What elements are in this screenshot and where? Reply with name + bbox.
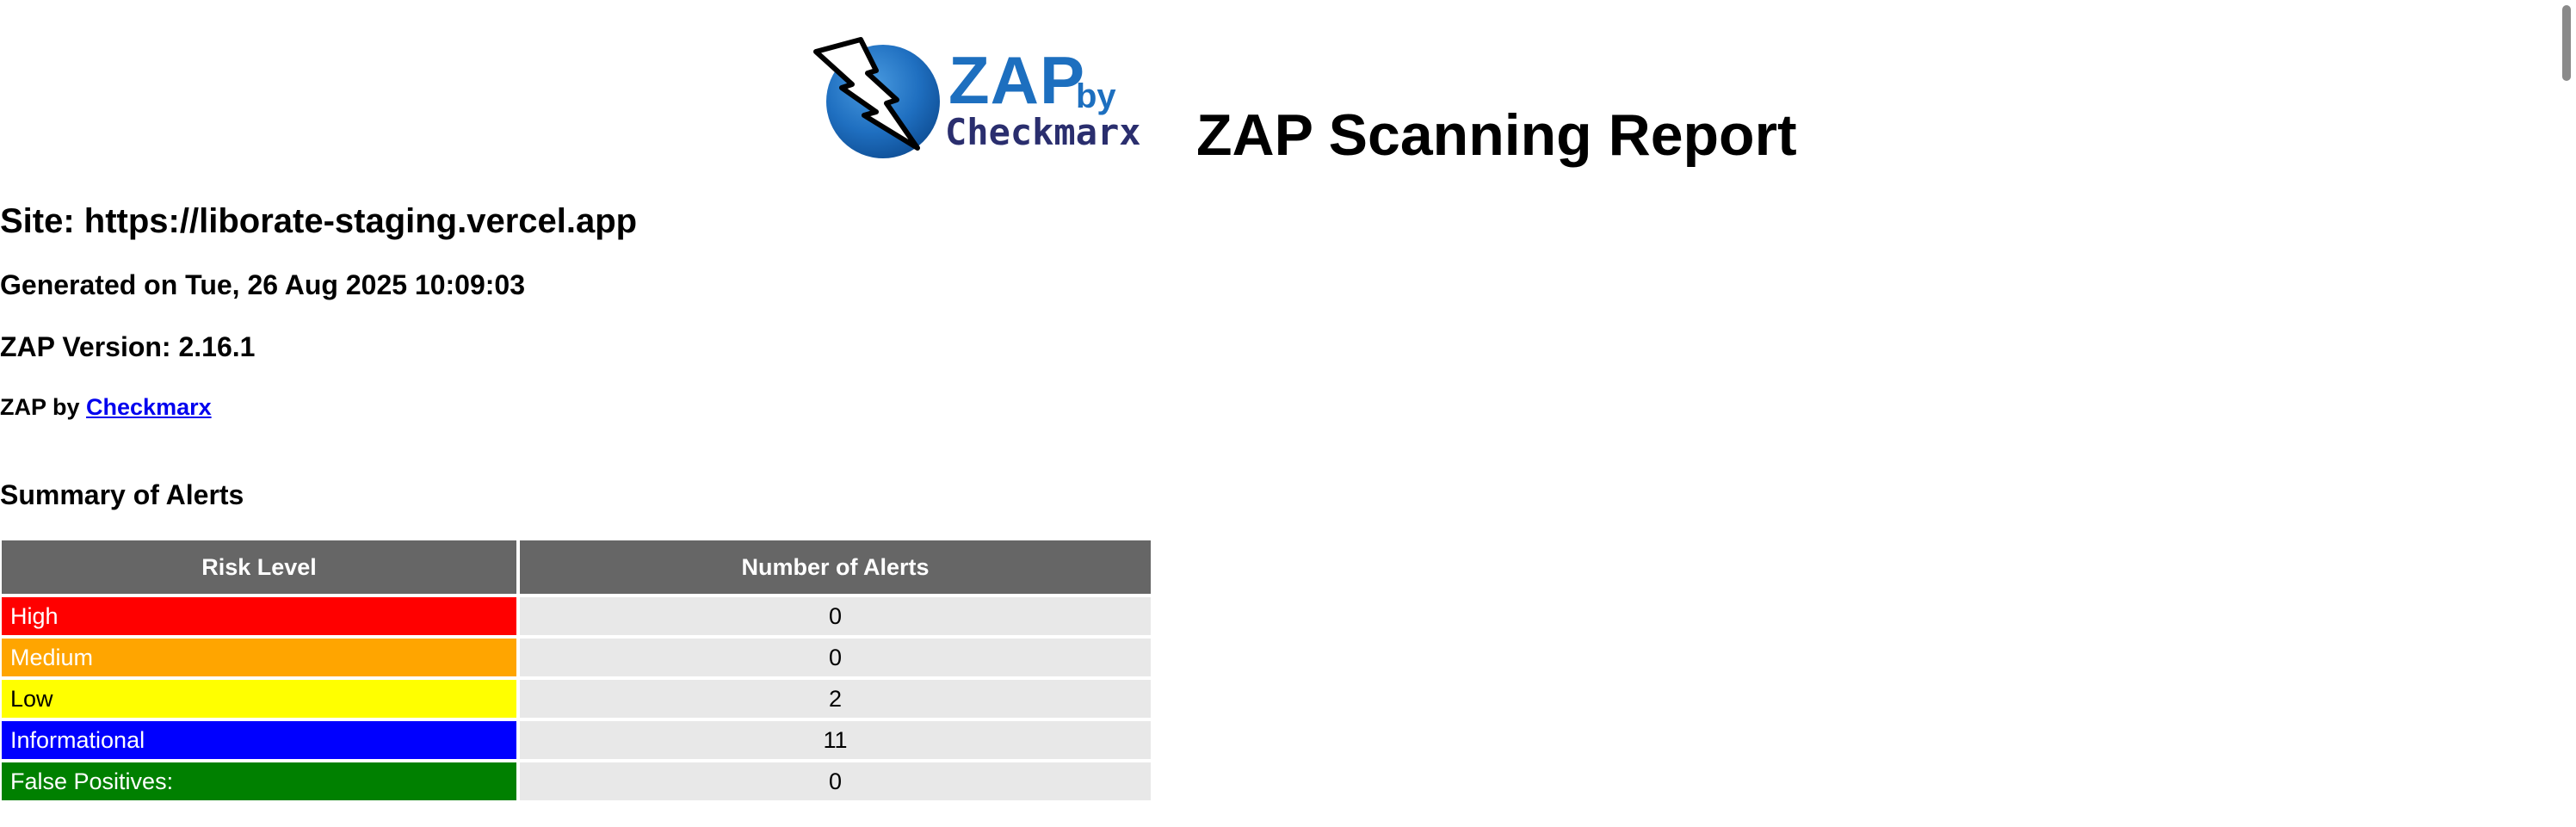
logo-brand-text: Checkmarx: [945, 111, 1141, 153]
count-cell-false-positives: 0: [520, 762, 1151, 800]
table-row: Informational 11: [2, 721, 1151, 759]
table-header-row: Risk Level Number of Alerts: [2, 540, 1151, 594]
report-page: ZAP by Checkmarx ZAP Scanning Report Sit…: [0, 0, 2576, 827]
summary-title: Summary of Alerts: [0, 479, 244, 510]
generated-heading: Generated on Tue, 26 Aug 2025 10:09:03: [0, 269, 526, 300]
count-cell-informational: 11: [520, 721, 1151, 759]
logo-zap-text: ZAP: [948, 42, 1085, 118]
number-of-alerts-header: Number of Alerts: [520, 540, 1151, 594]
alerts-summary-table: Risk Level Number of Alerts High 0 Mediu…: [0, 537, 1154, 804]
version-heading: ZAP Version: 2.16.1: [0, 331, 256, 362]
count-cell-high: 0: [520, 597, 1151, 635]
byline: ZAP by Checkmarx: [0, 392, 212, 423]
risk-cell-high: High: [2, 597, 516, 635]
site-heading: Site: https://liborate-staging.vercel.ap…: [0, 202, 638, 240]
risk-cell-low: Low: [2, 680, 516, 718]
lightning-bolt-icon: [813, 37, 940, 158]
risk-cell-informational: Informational: [2, 721, 516, 759]
risk-cell-medium: Medium: [2, 639, 516, 676]
logo-by-text: by: [1076, 77, 1116, 115]
zap-checkmarx-logo: ZAP by Checkmarx: [807, 33, 1177, 170]
report-title: ZAP Scanning Report: [1196, 102, 1797, 168]
table-row: False Positives: 0: [2, 762, 1151, 800]
checkmarx-link[interactable]: Checkmarx: [86, 394, 212, 420]
table-row: Medium 0: [2, 639, 1151, 676]
table-row: Low 2: [2, 680, 1151, 718]
table-row: High 0: [2, 597, 1151, 635]
vertical-scrollbar-thumb[interactable]: [2562, 5, 2571, 81]
count-cell-low: 2: [520, 680, 1151, 718]
byline-prefix: ZAP by: [0, 394, 87, 420]
report-header: ZAP by Checkmarx ZAP Scanning Report: [807, 24, 1797, 170]
count-cell-medium: 0: [520, 639, 1151, 676]
risk-level-header: Risk Level: [2, 540, 516, 594]
risk-cell-false-positives: False Positives:: [2, 762, 516, 800]
